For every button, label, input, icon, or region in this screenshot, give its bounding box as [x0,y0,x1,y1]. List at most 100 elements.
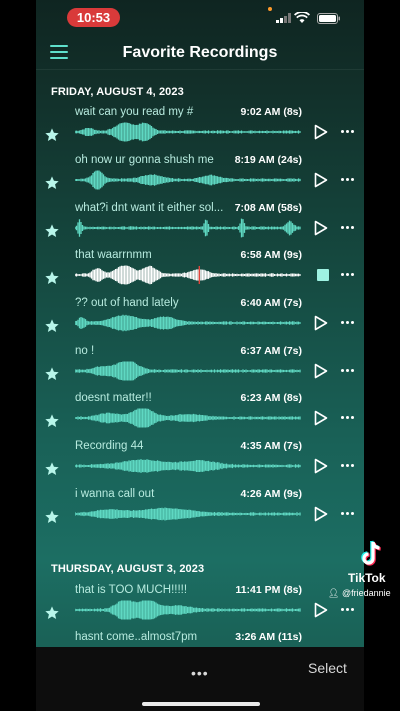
more-icon[interactable] [341,321,357,327]
more-icon[interactable] [341,608,357,614]
home-indicator[interactable] [142,702,260,706]
waveform[interactable] [75,122,301,142]
recording-title: i wanna call out [75,488,155,500]
recording-title: that is TOO MUCH!!!!! [75,584,188,596]
recording-row[interactable]: wait can you read my # 9:02 AM (8s) [36,105,364,152]
play-icon[interactable] [314,458,328,474]
stop-icon[interactable] [317,269,329,281]
more-icon[interactable] [341,512,357,518]
more-icon[interactable] [341,464,357,470]
nav-bar: Favorite Recordings [36,36,364,70]
star-icon[interactable] [44,605,60,621]
more-icon[interactable] [341,416,357,422]
recording-title: ?? out of hand lately [75,297,179,309]
waveform[interactable] [75,218,301,238]
tiktok-watermark: TikTok 👤︎ @friedannie [322,540,400,604]
bottom-toolbar: ••• Select [36,647,364,711]
recording-title: no ! [75,345,95,357]
more-icon[interactable] [341,130,357,136]
star-icon[interactable] [44,223,60,239]
play-icon[interactable] [314,363,328,379]
play-icon[interactable] [314,315,328,331]
more-icon[interactable] [341,226,357,232]
star-icon[interactable] [44,127,60,143]
play-icon[interactable] [314,124,328,140]
more-icon[interactable] [341,273,357,279]
star-icon[interactable] [44,270,60,286]
star-icon[interactable] [44,366,60,382]
more-icon[interactable] [341,369,357,375]
recording-meta: 6:58 AM (9s) [240,249,302,261]
recording-row[interactable]: doesnt matter!! 6:23 AM (8s) [36,391,364,438]
page-title: Favorite Recordings [122,44,278,61]
recording-title: hasnt come..almost7pm [75,631,198,643]
recording-meta: 6:37 AM (7s) [240,345,302,357]
waveform-shape [75,218,301,238]
recording-meta: 7:08 AM (58s) [234,202,302,214]
recording-meta: 6:40 AM (7s) [240,297,302,309]
waveform[interactable] [75,361,301,381]
recording-title: oh now ur gonna shush me [75,154,214,166]
star-icon[interactable] [44,509,60,525]
star-icon[interactable] [44,175,60,191]
section-date-header: FRIDAY, AUGUST 4, 2023 [51,86,184,98]
recording-row[interactable]: ?? out of hand lately 6:40 AM (7s) [36,296,364,343]
status-time[interactable]: 10:53 [67,8,120,27]
section-date-header: THURSDAY, AUGUST 3, 2023 [51,563,205,575]
play-icon[interactable] [314,506,328,522]
recording-title: what?i dnt want it either sol... [75,202,224,214]
recordings-list[interactable]: FRIDAY, AUGUST 4, 2023 wait can you read… [36,71,364,647]
waveform[interactable] [75,313,301,333]
recording-row[interactable]: Recording 44 4:35 AM (7s) [36,439,364,486]
waveform[interactable] [75,600,301,620]
play-icon[interactable] [314,172,328,188]
waveform-shape [75,265,301,285]
app-screen: 10:53 Favorite Recordings FRIDAY, AUGUST… [36,0,364,711]
more-options-button[interactable]: ••• [191,665,209,681]
waveform-shape [75,361,301,381]
select-button[interactable]: Select [308,660,347,676]
tiktok-logo [361,540,381,566]
recording-row-playing[interactable]: that waarrnmm 6:58 AM (9s) [36,248,364,295]
recording-meta: 6:23 AM (8s) [240,392,302,404]
recording-title: Recording 44 [75,440,144,452]
waveform[interactable] [75,456,301,476]
orange-indicator-dot [268,7,272,11]
play-icon[interactable] [314,220,328,236]
recording-row[interactable]: i wanna call out 4:26 AM (9s) [36,487,364,534]
waveform-shape [75,408,301,428]
waveform-shape [75,314,301,332]
recording-row[interactable]: what?i dnt want it either sol... 7:08 AM… [36,201,364,248]
signal-icon [276,13,291,23]
recording-row[interactable]: no ! 6:37 AM (7s) [36,344,364,391]
waveform-shape [75,507,301,521]
recording-meta: 4:26 AM (9s) [240,488,302,500]
recording-row[interactable]: that is TOO MUCH!!!!! 11:41 PM (8s) [36,583,364,630]
battery-icon [317,13,340,24]
tiktok-username: 👤︎ @friedannie [328,588,391,598]
waveform-shape [75,600,301,620]
recording-row[interactable]: oh now ur gonna shush me 8:19 AM (24s) [36,153,364,200]
play-icon[interactable] [314,602,328,618]
recording-title: that waarrnmm [75,249,152,261]
status-bar: 10:53 [36,0,364,36]
recording-title: doesnt matter!! [75,392,152,404]
recording-meta: 11:41 PM (8s) [235,584,302,596]
more-icon[interactable] [341,178,357,184]
waveform[interactable] [75,170,301,190]
tiktok-brand: TikTok [348,571,386,585]
waveform-playing[interactable] [75,265,301,285]
star-icon[interactable] [44,461,60,477]
waveform-shape [75,122,301,142]
recording-meta: 4:35 AM (7s) [240,440,302,452]
waveform[interactable] [75,408,301,428]
star-icon[interactable] [44,413,60,429]
waveform[interactable] [75,504,301,524]
play-icon[interactable] [314,410,328,426]
recording-row[interactable]: hasnt come..almost7pm 3:26 AM (11s) [36,630,364,647]
waveform-shape [75,170,301,190]
wifi-icon [294,12,310,23]
tiktok-username-text: @friedannie [341,588,391,598]
recording-meta: 3:26 AM (11s) [235,631,302,643]
star-icon[interactable] [44,318,60,334]
